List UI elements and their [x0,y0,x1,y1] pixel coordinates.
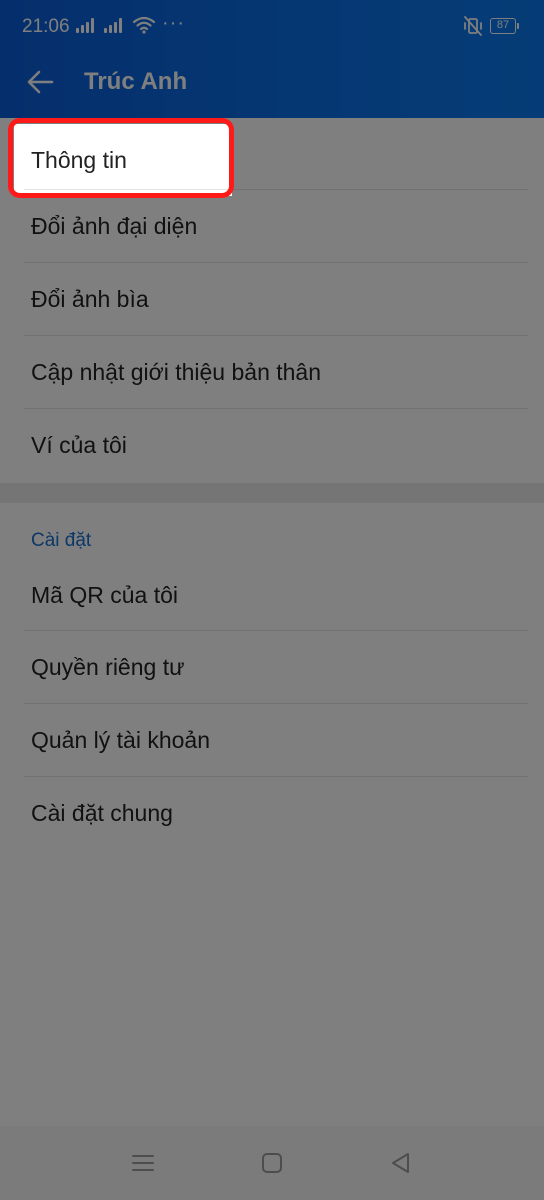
menu-item-change-avatar[interactable]: Đổi ảnh đại diện [0,190,544,263]
menu-item-label: Quyền riêng tư [31,654,185,680]
menu-item-privacy[interactable]: Quyền riêng tư [0,631,544,704]
menu-icon[interactable] [130,1150,156,1176]
menu-item-wallet[interactable]: Ví của tôi [0,409,544,482]
more-dots: ··· [162,12,185,34]
page-title: Trúc Anh [84,68,188,95]
app-bar: Trúc Anh [0,44,544,118]
menu-item-label: Cập nhật giới thiệu bản thân [31,359,322,385]
menu-item-change-cover[interactable]: Đổi ảnh bìa [0,263,544,336]
status-bar: 21:06 ··· 87 [0,0,544,44]
menu-item-update-bio[interactable]: Cập nhật giới thiệu bản thân [0,336,544,409]
battery-icon: 87 [490,18,519,34]
menu-item-account-management[interactable]: Quản lý tài khoản [0,704,544,777]
menu-item-label: Cài đặt chung [31,800,173,826]
vibrate-icon [464,16,482,36]
arrow-left-icon[interactable] [22,64,58,100]
square-home-icon[interactable] [259,1150,285,1176]
menu-item-label: Mã QR của tôi [31,581,178,608]
status-time: 21:06 [22,16,70,37]
menu-item-label: Ví của tôi [31,432,127,458]
triangle-back-icon[interactable] [388,1150,414,1176]
menu-item-label: Đổi ảnh đại diện [31,213,198,239]
menu-item-general-settings[interactable]: Cài đặt chung [0,777,544,850]
menu-item-label: Đổi ảnh bìa [31,286,149,312]
menu-item-qr-code[interactable]: Mã QR của tôi [0,559,544,631]
section-divider [0,483,544,503]
menu-item-label: Quản lý tài khoản [31,727,211,753]
highlight-box [8,118,234,198]
signal-icon-2 [104,17,126,33]
signal-icon [76,17,98,33]
wifi-icon [132,16,156,34]
system-nav-bar [0,1126,544,1200]
profile-menu: Thông tin Đổi ảnh đại diện Đổi ảnh bìa C… [0,118,544,850]
settings-section-header: Cài đặt [31,530,92,551]
